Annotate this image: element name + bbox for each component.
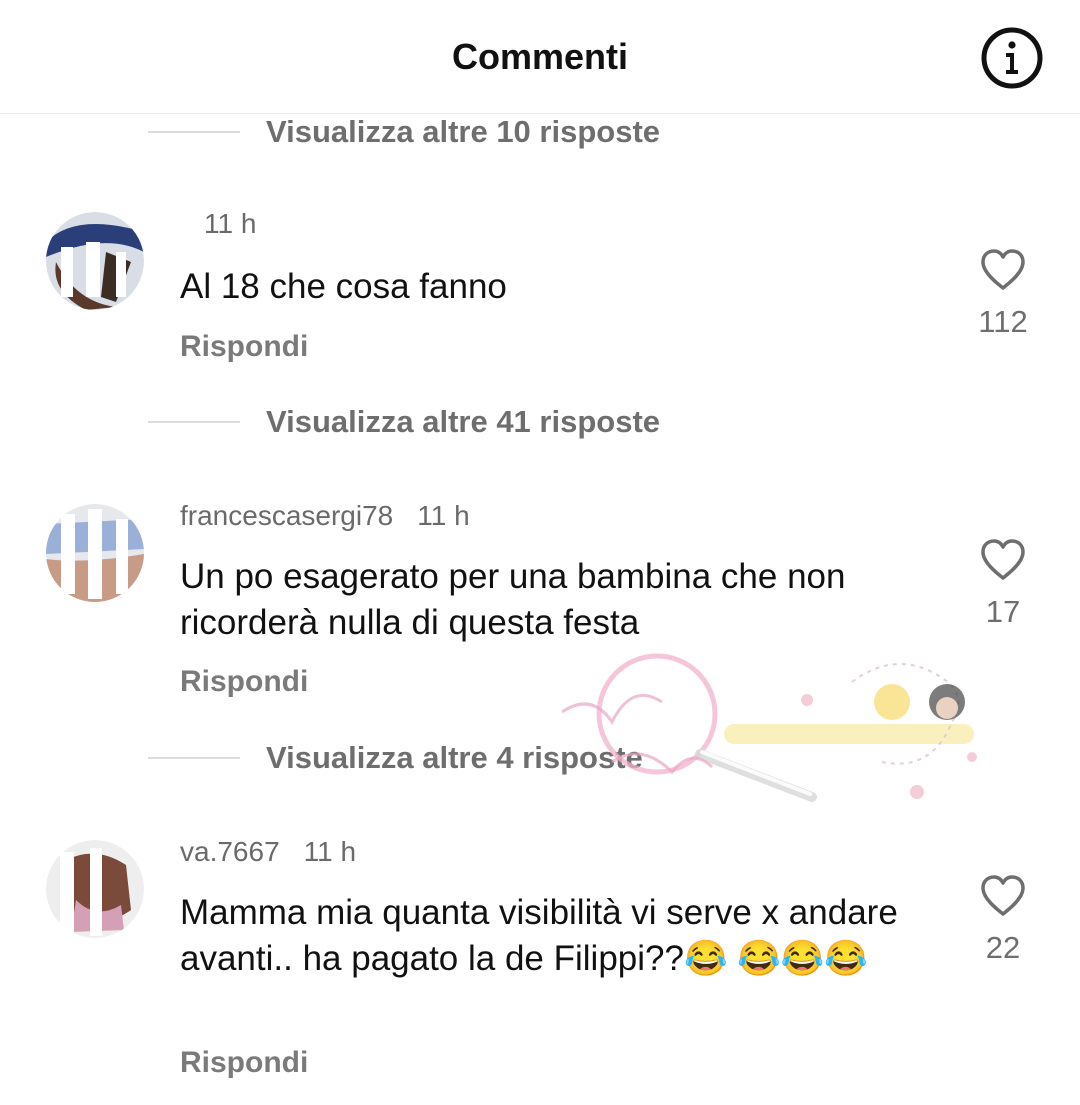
watermark-logo — [561, 653, 977, 802]
comment-username[interactable]: francescasergi78 11 h — [180, 500, 470, 532]
like-button[interactable]: 17 — [948, 538, 1058, 630]
reply-thread-line — [148, 131, 240, 133]
view-more-label: Visualizza altre 10 risposte — [266, 114, 661, 149]
username-text: francescasergi78 — [180, 500, 394, 531]
like-count: 22 — [985, 930, 1021, 965]
like-count: 17 — [985, 594, 1021, 629]
reply-button[interactable]: Rispondi — [180, 330, 308, 364]
heart-icon — [981, 249, 1025, 290]
comment-username[interactable]: va.7667 11 h — [180, 836, 356, 868]
info-button[interactable] — [980, 26, 1044, 90]
reply-thread-line — [148, 757, 240, 759]
avatar[interactable] — [46, 212, 144, 310]
like-count: 112 — [978, 304, 1028, 339]
like-button[interactable]: 112 — [948, 248, 1058, 340]
view-more-replies-button[interactable]: Visualizza altre 10 risposte — [148, 112, 660, 152]
avatar-image — [46, 840, 144, 938]
reply-thread-line — [148, 421, 240, 423]
heart-icon — [981, 875, 1025, 916]
avatar[interactable] — [46, 840, 144, 938]
comment-text: Al 18 che cosa fanno — [180, 267, 507, 306]
like-button[interactable]: 22 — [948, 874, 1058, 966]
reply-button[interactable]: Rispondi — [180, 1046, 308, 1080]
header-bar: Commenti — [0, 0, 1080, 114]
comment-time: 11 h — [204, 208, 257, 239]
page-title: Commenti — [451, 36, 628, 77]
username-text: va.7667 — [180, 836, 280, 867]
comment-username[interactable]: 11 h — [180, 208, 256, 240]
reply-button[interactable]: Rispondi — [180, 665, 308, 699]
heart-icon — [981, 539, 1025, 580]
info-icon — [981, 27, 1043, 89]
avatar-image — [46, 504, 144, 602]
comment-time: 11 h — [303, 836, 357, 867]
avatar-image — [46, 212, 144, 310]
comment-text: Mamma mia quanta visibilità vi serve x a… — [180, 893, 898, 978]
view-more-label: Visualizza altre 41 risposte — [266, 404, 661, 439]
comment-time: 11 h — [417, 500, 470, 531]
comment-text: Un po esagerato per una bambina che non … — [180, 557, 846, 642]
view-more-replies-button[interactable]: Visualizza altre 41 risposte — [148, 402, 660, 442]
avatar[interactable] — [46, 504, 144, 602]
